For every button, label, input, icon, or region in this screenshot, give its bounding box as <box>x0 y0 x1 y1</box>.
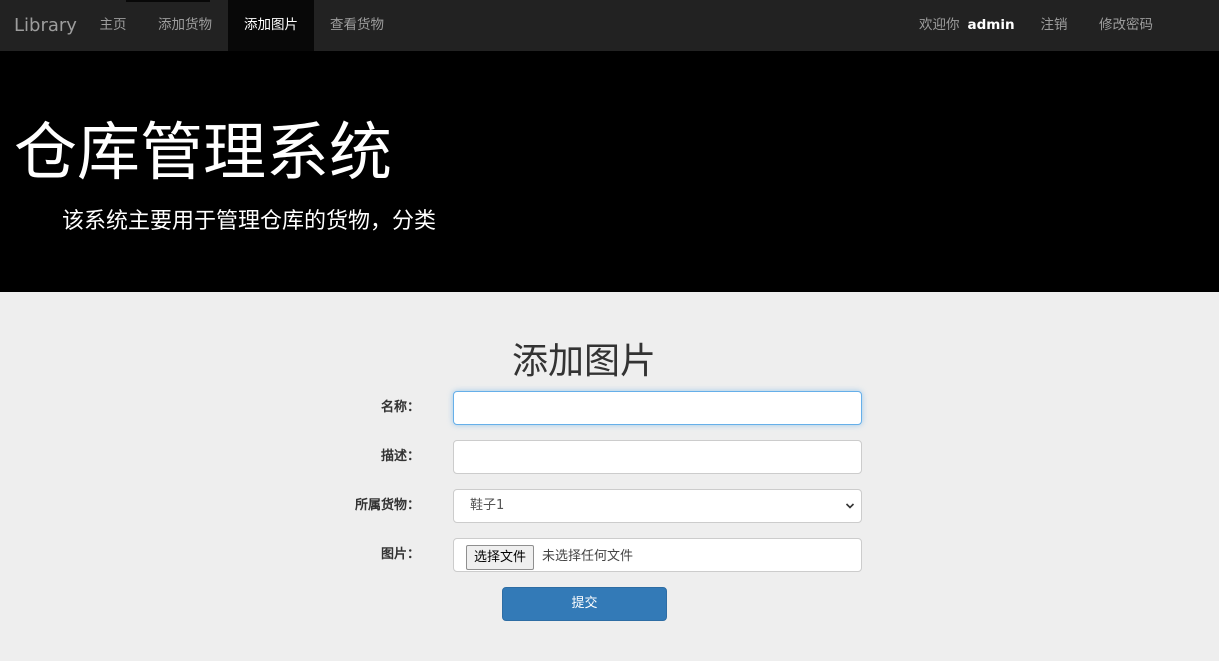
name-label: 名称： <box>380 400 420 415</box>
image-file-input: 选择文件 未选择任何文件 <box>453 538 862 572</box>
image-label: 图片： <box>380 547 420 562</box>
submit-button[interactable]: 提交 <box>502 587 667 621</box>
chevron-down-icon <box>845 503 855 509</box>
welcome-prefix: 欢迎你 <box>919 17 960 33</box>
nav-add-image[interactable]: 添加图片 <box>228 0 314 51</box>
brand-link[interactable]: Library <box>14 0 77 51</box>
top-navbar: Library 主页 添加货物 添加图片 查看货物 欢迎你 admin 注销 修改… <box>0 0 1219 51</box>
username: admin <box>967 17 1015 33</box>
welcome-text: 欢迎你 admin <box>919 0 1015 51</box>
change-password-link[interactable]: 修改密码 <box>1083 0 1169 51</box>
hero-subtitle: 该系统主要用于管理仓库的货物，分类 <box>62 209 437 234</box>
goods-select[interactable]: 鞋子1 <box>453 489 862 523</box>
nav-home[interactable]: 主页 <box>84 0 142 51</box>
hero-title: 仓库管理系统 <box>14 116 392 189</box>
goods-selected-value: 鞋子1 <box>470 498 505 513</box>
description-label: 描述： <box>380 449 420 464</box>
logout-link[interactable]: 注销 <box>1025 0 1083 51</box>
form-title: 添加图片 <box>512 341 657 382</box>
name-input[interactable] <box>453 391 862 425</box>
description-input[interactable] <box>453 440 862 474</box>
choose-file-button[interactable]: 选择文件 <box>466 545 535 570</box>
nav-view-goods[interactable]: 查看货物 <box>314 0 400 51</box>
nav-add-goods[interactable]: 添加货物 <box>142 0 228 51</box>
file-status-text: 未选择任何文件 <box>542 549 634 564</box>
hero-banner: 仓库管理系统 该系统主要用于管理仓库的货物，分类 <box>0 51 1219 292</box>
goods-label: 所属货物： <box>354 498 420 513</box>
